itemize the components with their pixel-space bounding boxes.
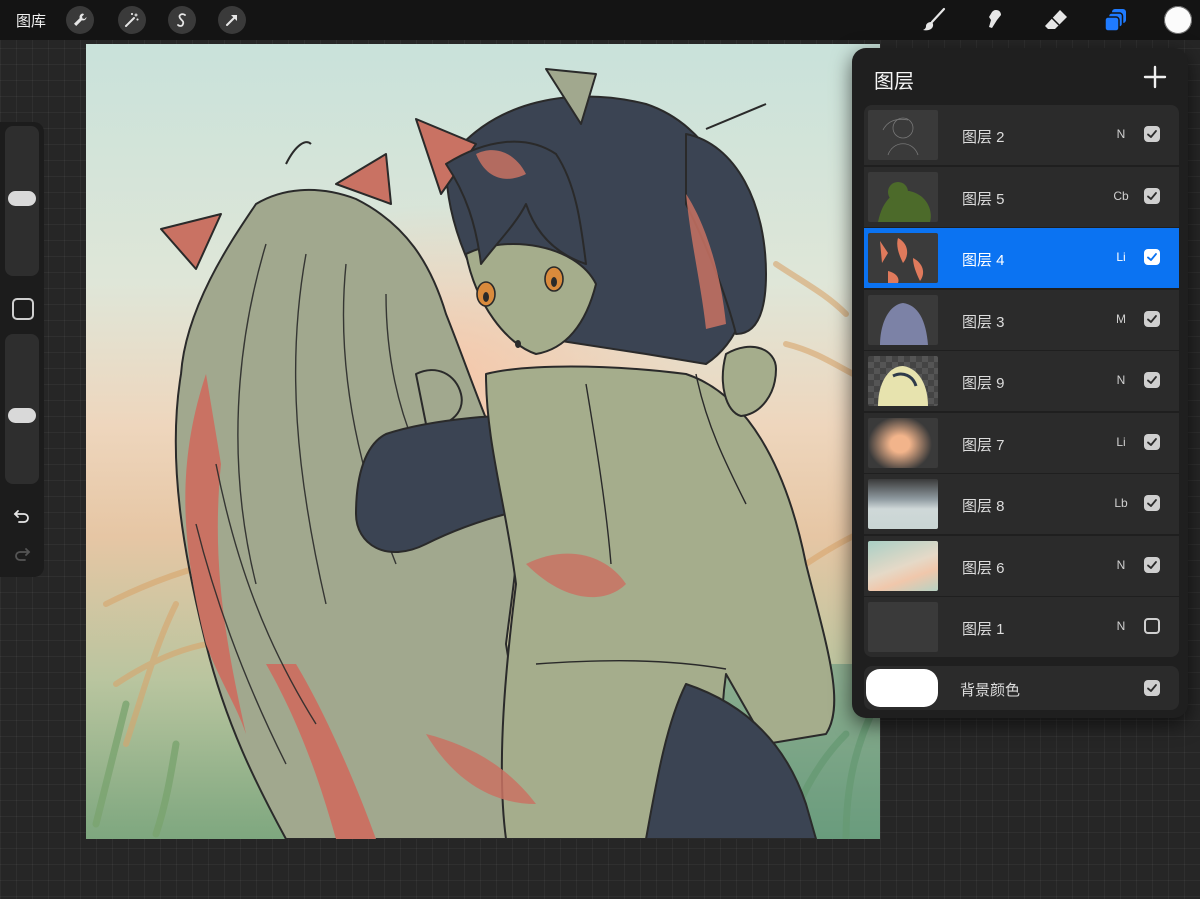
layer-thumbnail [868, 171, 938, 222]
layer-thumbnail [868, 294, 938, 345]
blend-mode-button[interactable]: M [1104, 312, 1138, 326]
layer-thumbnail [868, 233, 938, 283]
layer-row-selected[interactable]: 图层 4 Li [864, 228, 1179, 288]
visibility-checkbox[interactable] [1144, 618, 1160, 634]
layer-thumbnail [868, 602, 938, 652]
artwork [92, 68, 880, 839]
checkmark-icon [1147, 684, 1157, 692]
layer-row[interactable]: 图层 9 N [864, 351, 1179, 411]
visibility-checkbox[interactable] [1144, 372, 1160, 388]
eraser-icon[interactable] [1040, 4, 1072, 36]
layer-name: 图层 3 [962, 313, 1005, 331]
blend-mode-button[interactable]: Li [1104, 435, 1138, 449]
checkmark-icon [1147, 130, 1157, 138]
layer-name: 图层 9 [962, 375, 1005, 392]
selection-icon[interactable] [168, 6, 196, 34]
actions-wrench-icon[interactable] [66, 6, 94, 34]
visibility-checkbox[interactable] [1144, 433, 1160, 450]
blend-mode-button[interactable]: Li [1104, 250, 1138, 264]
drawing-canvas[interactable] [86, 44, 880, 839]
layer-thumbnail [868, 356, 938, 406]
layer-name: 图层 7 [962, 436, 1005, 454]
gallery-button[interactable]: 图库 [16, 10, 46, 31]
layer-row[interactable]: 图层 6 N [864, 535, 1179, 596]
checkmark-icon [1147, 560, 1157, 569]
undo-icon[interactable] [12, 506, 32, 526]
layers-panel: 图层 图层 2 N 图层 5 Cb 图层 4 Li 图层 3 M 图层 9 N … [852, 48, 1188, 718]
visibility-checkbox[interactable] [1144, 495, 1160, 511]
checkmark-icon [1147, 253, 1157, 261]
top-toolbar: 图库 [0, 0, 1200, 40]
blend-mode-button[interactable]: N [1104, 127, 1138, 141]
layer-thumbnail [868, 110, 938, 160]
layer-row[interactable]: 图层 2 N [864, 105, 1179, 165]
layer-list: 图层 2 N 图层 5 Cb 图层 4 Li 图层 3 M 图层 9 N 图层 … [864, 105, 1179, 659]
layer-thumbnail [868, 479, 938, 529]
adjustments-magic-wand-icon[interactable] [118, 6, 146, 34]
layer-name: 图层 1 [962, 621, 1005, 638]
visibility-checkbox[interactable] [1144, 126, 1160, 142]
transform-arrow-icon[interactable] [218, 6, 246, 34]
layer-row[interactable]: 图层 5 Cb [864, 166, 1179, 227]
layers-panel-title: 图层 [874, 71, 914, 93]
layers-icon[interactable] [1100, 4, 1132, 36]
checkmark-icon [1147, 499, 1157, 507]
visibility-checkbox[interactable] [1144, 187, 1160, 204]
blend-mode-button[interactable]: Lb [1104, 496, 1138, 510]
color-picker-button[interactable] [1164, 6, 1192, 34]
layer-name: 图层 6 [962, 559, 1005, 577]
background-color-swatch[interactable] [866, 669, 938, 707]
add-layer-plus-icon[interactable] [1142, 64, 1168, 90]
layer-name: 图层 8 [962, 498, 1005, 515]
blend-mode-button[interactable]: Cb [1104, 189, 1138, 203]
layer-row[interactable]: 图层 1 N [864, 597, 1179, 657]
smudge-icon[interactable] [978, 4, 1010, 36]
brush-size-slider-handle[interactable] [8, 190, 36, 206]
opacity-slider-handle[interactable] [8, 408, 36, 424]
checkmark-icon [1147, 376, 1157, 384]
layer-thumbnail [868, 417, 938, 468]
visibility-checkbox[interactable] [1144, 249, 1160, 265]
checkmark-icon [1147, 437, 1157, 446]
layer-row[interactable]: 图层 3 M [864, 289, 1179, 350]
layer-name: 图层 5 [962, 190, 1005, 208]
blend-mode-button[interactable]: N [1104, 619, 1138, 633]
blend-mode-button[interactable]: N [1104, 558, 1138, 572]
redo-icon[interactable] [12, 544, 32, 564]
visibility-checkbox[interactable] [1144, 556, 1160, 573]
layer-thumbnail [868, 540, 938, 591]
background-visibility-checkbox[interactable] [1144, 680, 1160, 696]
brush-icon[interactable] [918, 4, 950, 36]
layer-name: 图层 2 [962, 129, 1005, 146]
background-color-label: 背景颜色 [960, 682, 1021, 699]
layer-name: 图层 4 [962, 252, 1005, 269]
visibility-checkbox[interactable] [1144, 310, 1160, 327]
blend-mode-button[interactable]: N [1104, 373, 1138, 387]
checkmark-icon [1147, 191, 1157, 200]
left-sidebar [0, 122, 44, 577]
checkmark-icon [1147, 314, 1157, 323]
layer-row[interactable]: 图层 8 Lb [864, 474, 1179, 534]
background-color-row[interactable]: 背景颜色 [864, 666, 1179, 710]
layer-row[interactable]: 图层 7 Li [864, 412, 1179, 473]
modify-button[interactable] [12, 298, 34, 320]
